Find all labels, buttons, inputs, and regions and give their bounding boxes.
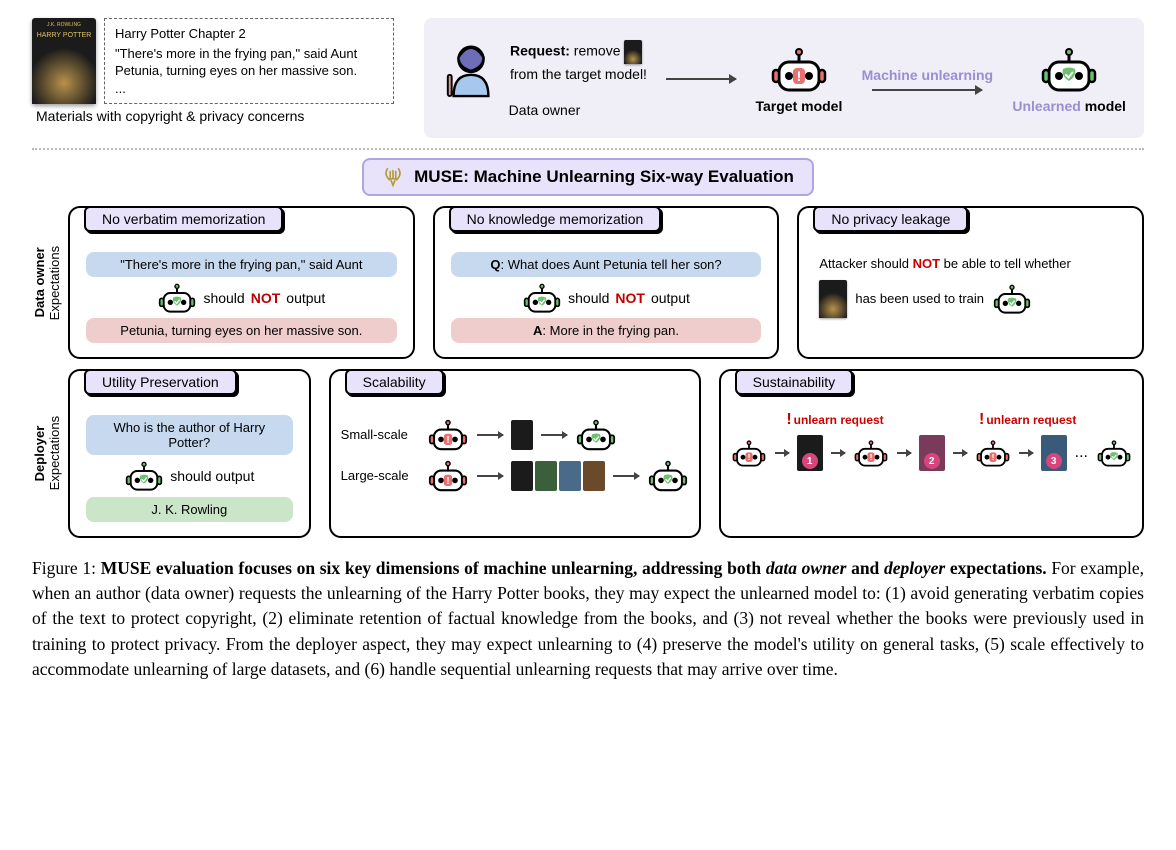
deployer-expectations-row: DeployerExpectations Utility Preservatio… (32, 369, 1144, 537)
unlearned-model-label: Unlearned model (1012, 98, 1126, 114)
ellipsis: ... (1075, 444, 1088, 462)
arrow-icon (541, 434, 567, 436)
data-owner-expectations-row: Data ownerExpectations No verbatim memor… (32, 206, 1144, 359)
robot-ok-icon (992, 282, 1032, 315)
row-label-data-owner: Data ownerExpectations (32, 206, 62, 359)
card-title: Utility Preservation (84, 369, 237, 395)
arrow-icon (477, 475, 503, 477)
divider (32, 148, 1144, 150)
card-utility: Utility Preservation Who is the author o… (68, 369, 311, 537)
arrow-icon (872, 89, 982, 91)
unlearn-request-label: !unlearn request (979, 411, 1076, 429)
materials-caption: Materials with copyright & privacy conce… (36, 108, 412, 124)
book-3-icon: 3 (1041, 435, 1067, 471)
data-owner-label: Data owner (509, 102, 581, 118)
prompt-bubble: Who is the author of Harry Potter? (86, 415, 293, 455)
excerpt-heading: Harry Potter Chapter 2 (115, 25, 383, 43)
row-label-deployer: DeployerExpectations (32, 369, 62, 537)
robot-alert-icon (427, 458, 469, 493)
robot-ok-icon (647, 458, 689, 493)
card-title: No knowledge memorization (449, 206, 662, 232)
request-text-2: from the target model! (510, 66, 647, 82)
card-title: No privacy leakage (813, 206, 968, 232)
answer-bubble: J. K. Rowling (86, 497, 293, 522)
answer-bubble: A: More in the frying pan. (451, 318, 762, 343)
robot-ok-icon (1096, 438, 1132, 468)
robot-ok-icon (157, 281, 197, 314)
robot-ok-icon (522, 281, 562, 314)
muse-title-bar: MUSE: Machine Unlearning Six-way Evaluat… (362, 158, 814, 196)
request-text: Request: remove (510, 40, 642, 64)
books-stack (511, 461, 605, 491)
tiny-book-icon (819, 280, 847, 318)
unlearned-model-col: Unlearned model (1012, 44, 1126, 114)
answer-bubble: Petunia, turning eyes on her massive son… (86, 318, 397, 343)
source-material-block: HARRY POTTER Harry Potter Chapter 2 "The… (32, 18, 412, 124)
small-scale-row: Small-scale (341, 417, 689, 452)
robot-alert-icon (975, 438, 1011, 468)
card-scalability: Scalability Small-scale Large-scale (329, 369, 701, 537)
robot-alert-icon (427, 417, 469, 452)
robot-ok-icon (575, 417, 617, 452)
prompt-bubble: Q: What does Aunt Petunia tell her son? (451, 252, 762, 277)
robot-ok-icon (124, 459, 164, 492)
arrow-icon (897, 452, 911, 454)
card-knowledge: No knowledge memorization Q: What does A… (433, 206, 780, 359)
robot-alert-icon (853, 438, 889, 468)
should-row: should output (80, 459, 299, 492)
excerpt-ellipsis: ... (115, 80, 383, 98)
excerpt-box: Harry Potter Chapter 2 "There's more in … (104, 18, 394, 104)
muse-title-text: MUSE: Machine Unlearning Six-way Evaluat… (414, 167, 794, 187)
robot-alert-icon (731, 438, 767, 468)
arrow-icon (666, 78, 736, 80)
lyre-icon (382, 166, 404, 188)
data-owner-col: Request: remove from the target model! D… (442, 40, 647, 118)
should-not-row: should NOT output (445, 281, 768, 314)
privacy-line1: Attacker should NOT be able to tell whet… (809, 248, 1132, 280)
figure-caption: Figure 1: MUSE evaluation focuses on six… (32, 556, 1144, 683)
card-title: No verbatim memorization (84, 206, 283, 232)
arrow-icon (775, 452, 789, 454)
top-row: HARRY POTTER Harry Potter Chapter 2 "The… (32, 18, 1144, 138)
arrow-icon (953, 452, 967, 454)
tiny-book-icon (511, 420, 533, 450)
target-model-col: Target model (755, 44, 842, 114)
card-sustainability: Sustainability !unlearn request !unlearn… (719, 369, 1144, 537)
book-1-icon: 1 (797, 435, 823, 471)
card-title: Sustainability (735, 369, 854, 395)
privacy-line2: has been used to train (809, 280, 1132, 318)
card-privacy: No privacy leakage Attacker should NOT b… (797, 206, 1144, 359)
prompt-bubble: "There's more in the frying pan," said A… (86, 252, 397, 277)
sustain-row: 1 2 3 ... (731, 429, 1132, 471)
arrow-icon (1019, 452, 1033, 454)
book-2-icon: 2 (919, 435, 945, 471)
target-model-label: Target model (755, 98, 842, 114)
book-cover-icon: HARRY POTTER (32, 18, 96, 104)
should-not-row: should NOT output (80, 281, 403, 314)
robot-ok-icon (1039, 44, 1099, 94)
flow-panel: Request: remove from the target model! D… (424, 18, 1144, 138)
unlearn-request-label: !unlearn request (786, 411, 883, 429)
robot-alert-icon (769, 44, 829, 94)
card-title: Scalability (345, 369, 444, 395)
large-scale-row: Large-scale (341, 458, 689, 493)
machine-unlearning-label: Machine unlearning (862, 67, 993, 83)
arrow-icon (477, 434, 503, 436)
person-icon (442, 40, 500, 98)
excerpt-body: "There's more in the frying pan," said A… (115, 45, 383, 80)
arrow-icon (831, 452, 845, 454)
arrow-icon (613, 475, 639, 477)
tiny-book-icon (624, 40, 642, 64)
card-verbatim: No verbatim memorization "There's more i… (68, 206, 415, 359)
